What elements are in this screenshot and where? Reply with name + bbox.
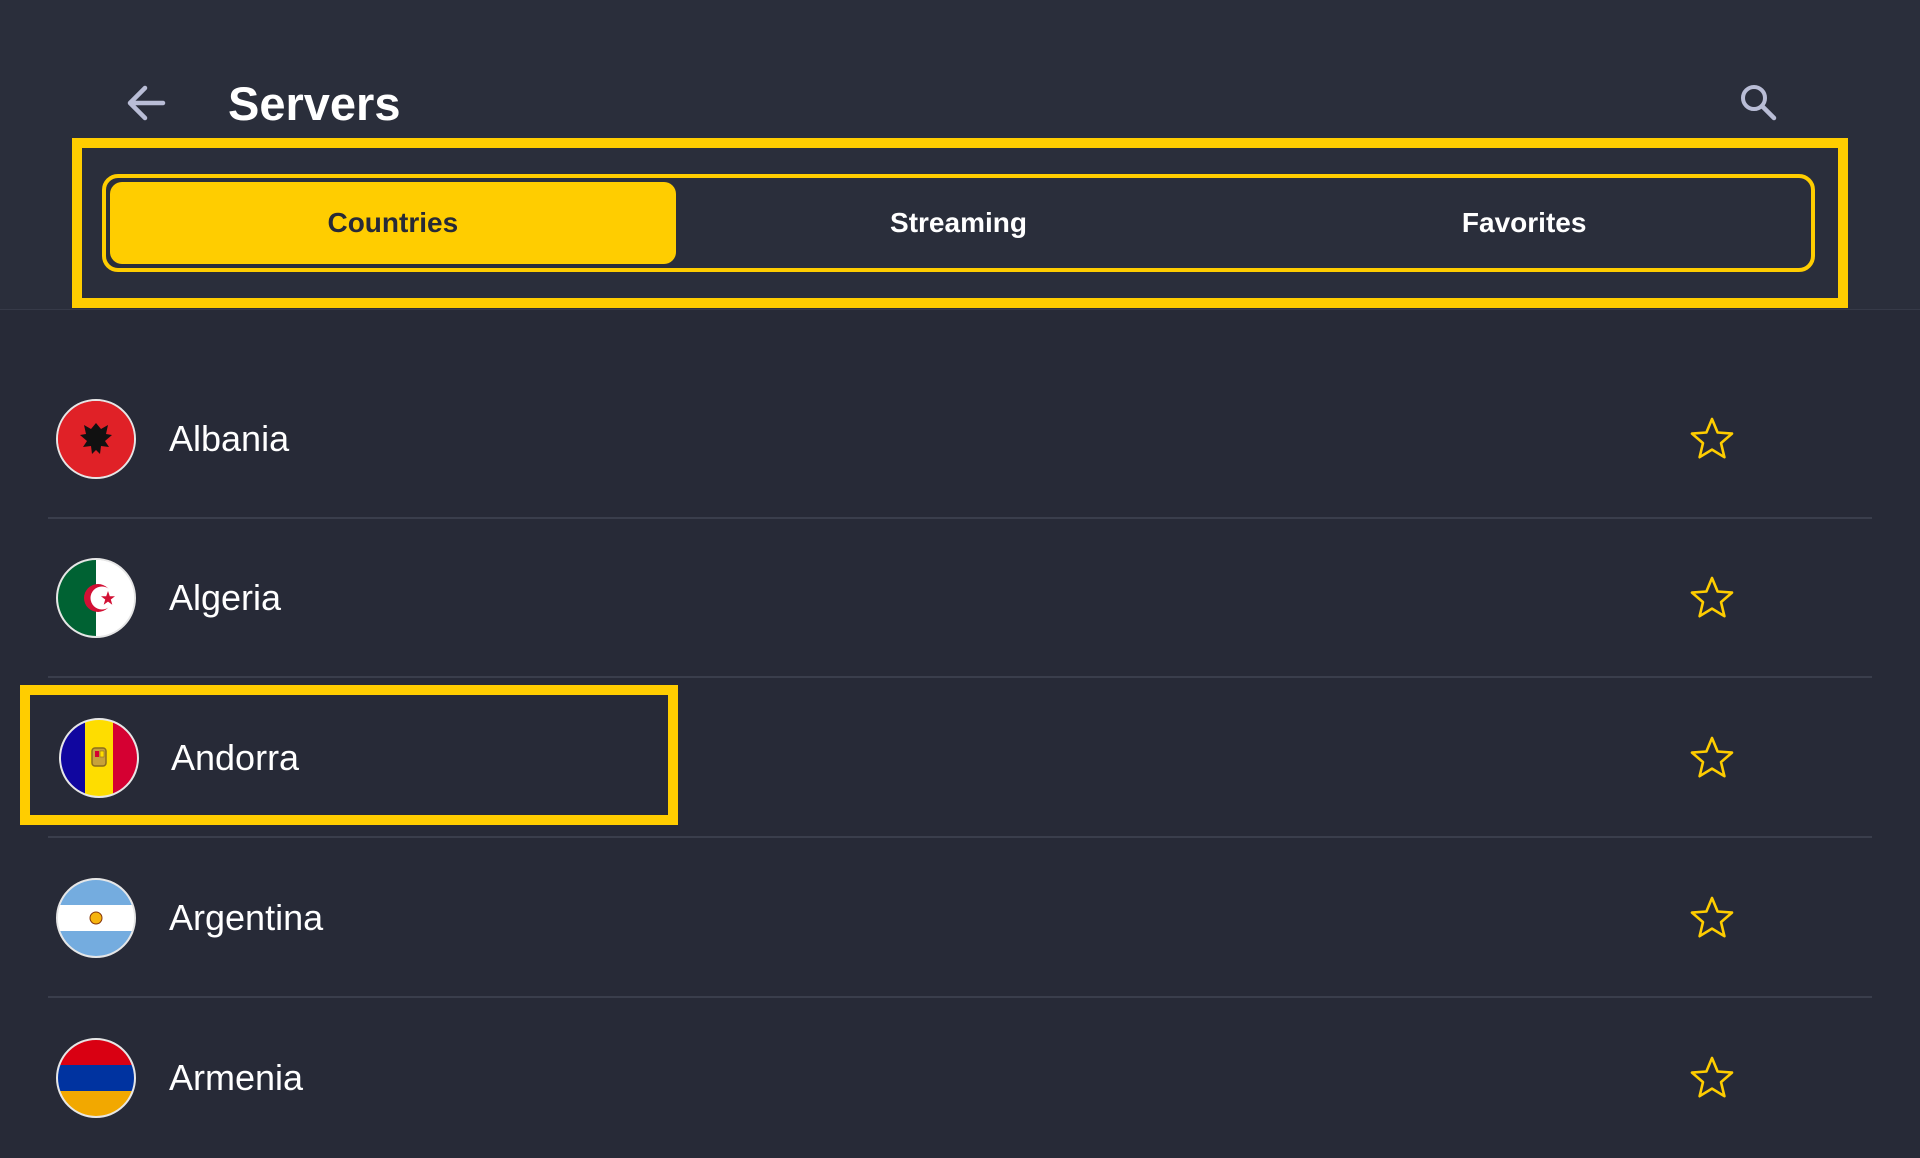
star-outline-icon (1690, 896, 1734, 938)
albania-flag-icon (56, 399, 136, 479)
favorite-button[interactable] (1686, 413, 1738, 465)
star-outline-icon (1690, 576, 1734, 618)
country-name: Armenia (169, 1057, 304, 1098)
star-outline-icon (1690, 1056, 1734, 1098)
tab-countries[interactable]: Countries (110, 182, 676, 264)
favorite-button[interactable] (1686, 732, 1738, 784)
country-row-argentina[interactable]: Argentina (48, 838, 1872, 998)
favorite-button[interactable] (1686, 572, 1738, 624)
arrow-left-icon (127, 85, 166, 121)
app-header: Servers Countries Streaming Favorites (0, 0, 1920, 310)
favorite-button[interactable] (1686, 892, 1738, 944)
country-name: Albania (169, 418, 290, 459)
star-outline-icon (1690, 417, 1734, 459)
search-icon (1741, 85, 1777, 121)
algeria-flag-icon (56, 558, 136, 638)
andorra-highlight-frame (20, 685, 678, 825)
country-row-armenia[interactable]: Armenia (48, 998, 1872, 1158)
back-button[interactable] (118, 75, 174, 131)
country-row-algeria[interactable]: Algeria (48, 518, 1872, 678)
country-name: Algeria (169, 577, 282, 618)
armenia-flag-icon (56, 1038, 136, 1118)
country-row-albania[interactable]: Albania (48, 359, 1872, 519)
favorite-button[interactable] (1686, 1052, 1738, 1104)
page-title: Servers (228, 77, 401, 130)
tab-favorites[interactable]: Favorites (1241, 182, 1807, 264)
tab-streaming[interactable]: Streaming (676, 182, 1242, 264)
tab-bar: Countries Streaming Favorites (102, 174, 1815, 272)
country-name: Argentina (169, 897, 324, 938)
star-outline-icon (1690, 736, 1734, 778)
search-button[interactable] (1730, 74, 1786, 130)
argentina-flag-icon (56, 878, 136, 958)
